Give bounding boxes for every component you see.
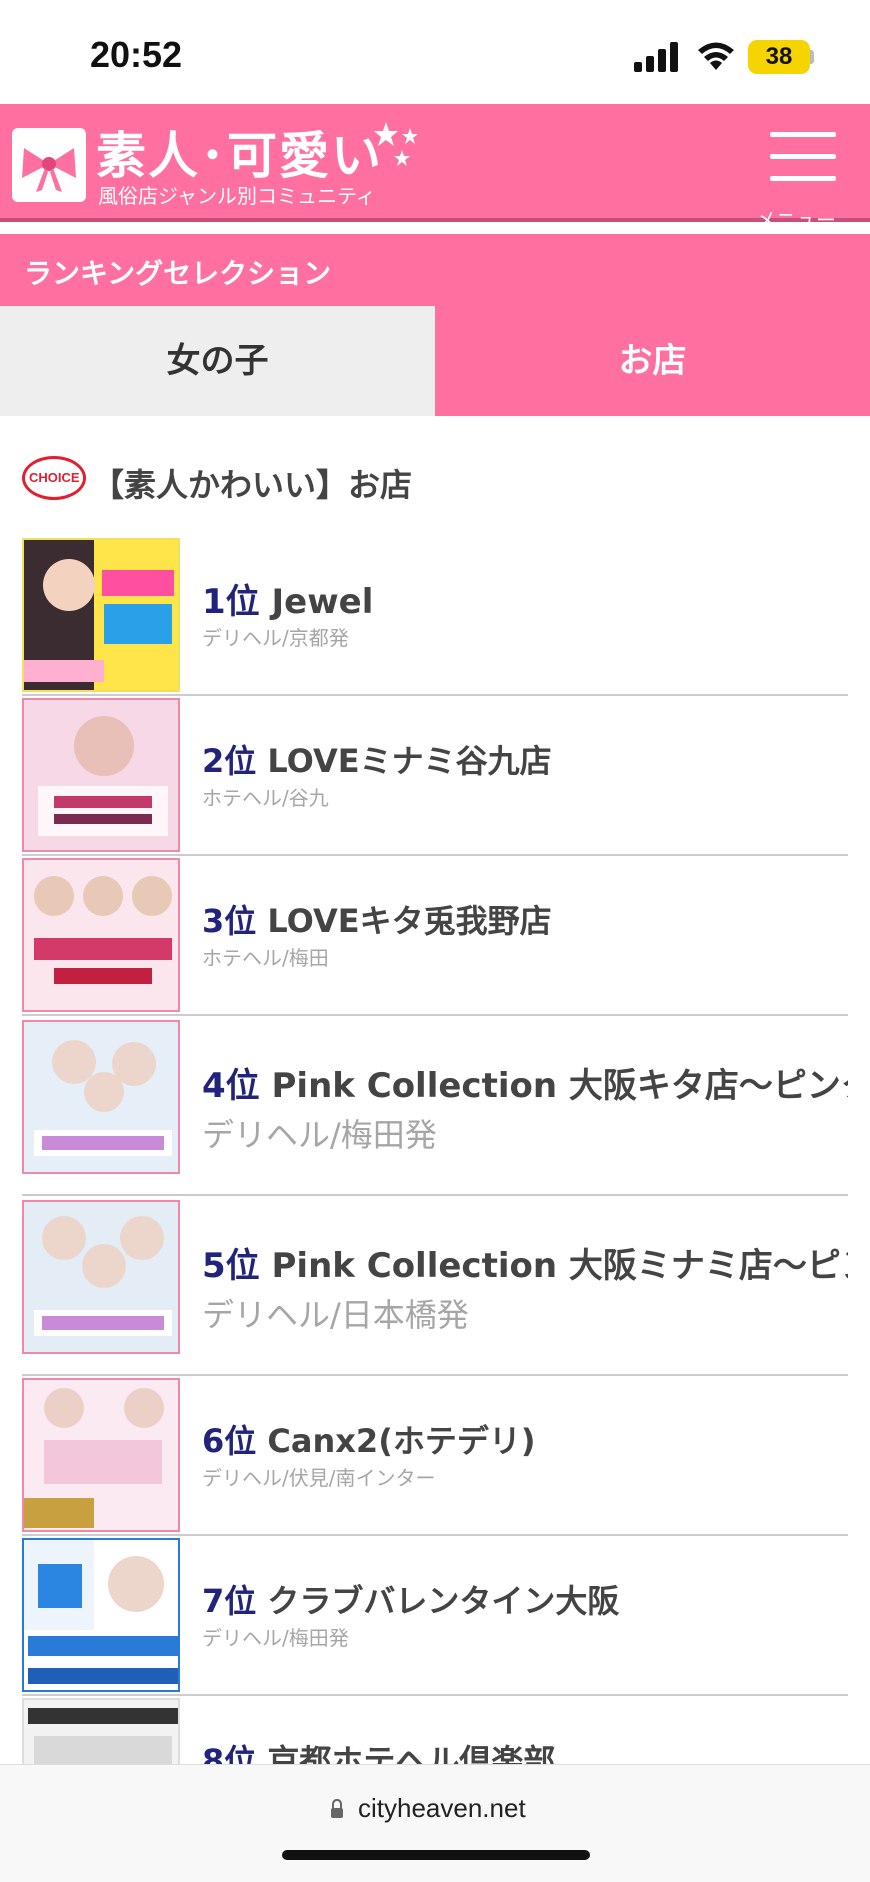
- shop-thumbnail[interactable]: [22, 1200, 180, 1354]
- shop-ranking-list: 1位 Jewel デリヘル/京都発 2位 LOVEミナミ谷九店 ホテヘル/谷九: [22, 536, 848, 1856]
- menu-button[interactable]: メニュー: [748, 122, 844, 232]
- site-logo-title[interactable]: 素人･可愛い: [96, 116, 383, 188]
- shop-genre: デリヘル/伏見/南インター: [202, 1466, 436, 1490]
- ribbon-logo-icon[interactable]: [12, 128, 86, 202]
- hamburger-icon-bar: [770, 176, 836, 181]
- shop-name[interactable]: 7位 クラブバレンタイン大阪: [202, 1576, 848, 1622]
- sparkle-stars-icon: [374, 122, 418, 166]
- shop-thumbnail[interactable]: [22, 538, 180, 692]
- choice-badge-label: CHOICE: [29, 470, 80, 485]
- shop-genre: デリヘル/梅田発: [202, 1626, 349, 1650]
- shop-name[interactable]: 3位 LOVEキタ兎我野店: [202, 896, 848, 942]
- battery-icon: 38: [748, 40, 810, 74]
- shop-name[interactable]: 2位 LOVEミナミ谷九店: [202, 736, 848, 782]
- list-item[interactable]: 1位 Jewel デリヘル/京都発: [22, 536, 848, 696]
- list-item[interactable]: 5位 Pink Collection 大阪ミナミ店～ピン デリヘル/日本橋発: [22, 1196, 848, 1376]
- wifi-icon: [698, 42, 734, 70]
- cellular-signal-icon: [634, 42, 678, 72]
- shop-thumbnail[interactable]: [22, 1538, 180, 1692]
- ranking-tabs: 女の子 お店: [0, 306, 870, 422]
- site-header: 素人･可愛い 風俗店ジャンル別コミュニティ メニュー: [0, 104, 870, 232]
- list-item[interactable]: 2位 LOVEミナミ谷九店 ホテヘル/谷九: [22, 696, 848, 856]
- shop-thumbnail[interactable]: [22, 1020, 180, 1174]
- menu-label: メニュー: [756, 208, 836, 232]
- tab-girls[interactable]: 女の子: [0, 306, 435, 416]
- browser-address-bar[interactable]: cityheaven.net: [0, 1764, 870, 1882]
- site-logo-subtitle: 風俗店ジャンル別コミュニティ: [98, 184, 376, 208]
- battery-tip: [810, 50, 814, 64]
- tab-shops[interactable]: お店: [435, 306, 870, 416]
- hamburger-icon-bar: [770, 154, 836, 159]
- shop-name[interactable]: 1位 Jewel: [202, 574, 848, 623]
- shop-name[interactable]: 4位 Pink Collection 大阪キタ店～ピンク: [202, 1058, 848, 1107]
- list-heading: 【素人かわいい】お店: [92, 466, 413, 504]
- shop-name[interactable]: 5位 Pink Collection 大阪ミナミ店～ピン: [202, 1238, 848, 1287]
- shop-thumbnail[interactable]: [22, 1378, 180, 1532]
- list-item[interactable]: 3位 LOVEキタ兎我野店 ホテヘル/梅田: [22, 856, 848, 1016]
- shop-genre: ホテヘル/梅田: [202, 946, 329, 970]
- list-item[interactable]: 6位 Canx2(ホテデリ) デリヘル/伏見/南インター: [22, 1376, 848, 1536]
- home-indicator[interactable]: [282, 1850, 590, 1860]
- shop-genre: デリヘル/日本橋発: [202, 1296, 469, 1334]
- url-text[interactable]: cityheaven.net: [358, 1793, 526, 1824]
- hamburger-icon: [770, 132, 836, 137]
- ranking-section-bar: ランキングセレクション: [0, 234, 870, 306]
- lock-icon: [331, 1799, 343, 1818]
- shop-thumbnail[interactable]: [22, 698, 180, 852]
- list-item[interactable]: 4位 Pink Collection 大阪キタ店～ピンク デリヘル/梅田発: [22, 1016, 848, 1196]
- status-bar: 20:52 38: [0, 0, 870, 104]
- list-item[interactable]: 7位 クラブバレンタイン大阪 デリヘル/梅田発: [22, 1536, 848, 1696]
- choice-badge: CHOICE: [22, 456, 86, 500]
- status-time: 20:52: [90, 34, 183, 75]
- shop-thumbnail[interactable]: [22, 858, 180, 1012]
- shop-genre: ホテヘル/谷九: [202, 786, 329, 810]
- shop-name[interactable]: 6位 Canx2(ホテデリ): [202, 1416, 848, 1462]
- section-title: ランキングセレクション: [24, 257, 332, 290]
- shop-genre: デリヘル/梅田発: [202, 1116, 437, 1154]
- shop-genre: デリヘル/京都発: [202, 626, 349, 650]
